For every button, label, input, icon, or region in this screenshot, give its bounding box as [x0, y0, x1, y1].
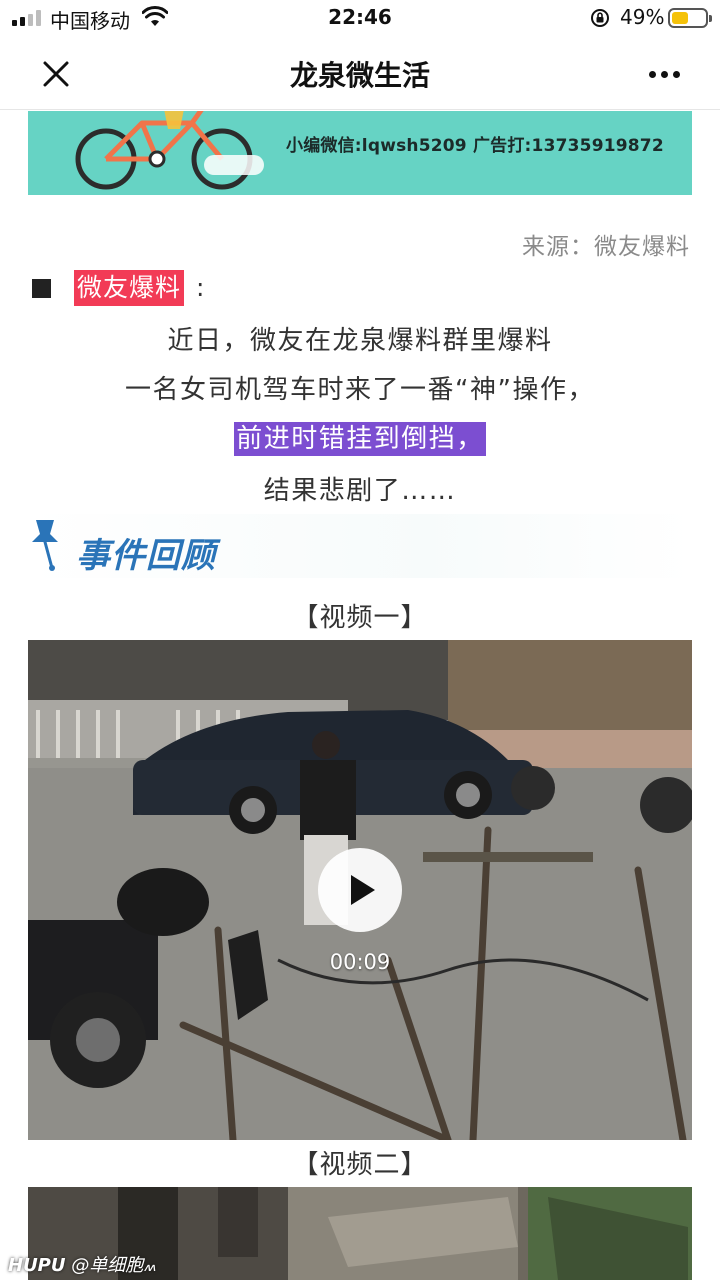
close-button[interactable]	[36, 54, 76, 94]
pushpin-icon	[32, 520, 58, 571]
more-icon	[648, 70, 656, 78]
watermark-user: @单细胞៳	[71, 1255, 157, 1276]
cloud-decoration	[204, 155, 264, 175]
page-title: 龙泉微生活	[289, 59, 430, 92]
video-player-1[interactable]: 00:09	[28, 640, 692, 1140]
ad-banner[interactable]: 小编微信:lqwsh5209 广告打:13735919872	[28, 111, 692, 195]
article-source: 来源：微友爆料	[522, 234, 690, 260]
highlighted-text: 前进时错挂到倒挡，	[234, 422, 486, 456]
tag-label: 微友爆料	[74, 270, 185, 306]
tag-colon: :	[196, 273, 205, 302]
battery-icon	[668, 8, 712, 28]
carrier-name: 中国移动	[50, 9, 130, 33]
video-duration: 00:09	[329, 950, 391, 974]
wifi-icon	[142, 6, 168, 26]
article-line-2: 一名女司机驾车时来了一番“神”操作，	[125, 375, 595, 405]
article-line-4: 结果悲剧了……	[263, 476, 457, 506]
watermark-brand: HUPU	[8, 1255, 66, 1276]
hupu-watermark: HUPU @单细胞៳	[8, 1251, 156, 1277]
battery-level	[672, 12, 688, 24]
clock: 22:46	[328, 5, 392, 29]
play-button[interactable]	[318, 848, 402, 932]
bicycle-icon	[75, 111, 253, 190]
video-label-1: 【视频一】	[292, 603, 428, 633]
section-title: 事件回顾	[76, 536, 216, 576]
bullet-square-icon	[32, 279, 51, 298]
more-button[interactable]	[638, 54, 690, 94]
signal-strength-icon	[12, 10, 41, 26]
video-label-2: 【视频二】	[292, 1150, 428, 1180]
nav-bar: 龙泉微生活	[0, 36, 720, 110]
battery-percent: 49%	[620, 5, 665, 29]
close-icon	[43, 61, 69, 87]
status-bar: 中国移动 22:46 49%	[0, 0, 720, 36]
banner-text: 小编微信:lqwsh5209 广告打:13735919872	[286, 136, 664, 156]
section-header: 事件回顾	[28, 514, 692, 578]
article-line-3: 前进时错挂到倒挡，	[0, 418, 720, 456]
rotation-lock-icon	[591, 9, 609, 27]
article-line-1: 近日，微友在龙泉爆料群里爆料	[167, 326, 553, 356]
